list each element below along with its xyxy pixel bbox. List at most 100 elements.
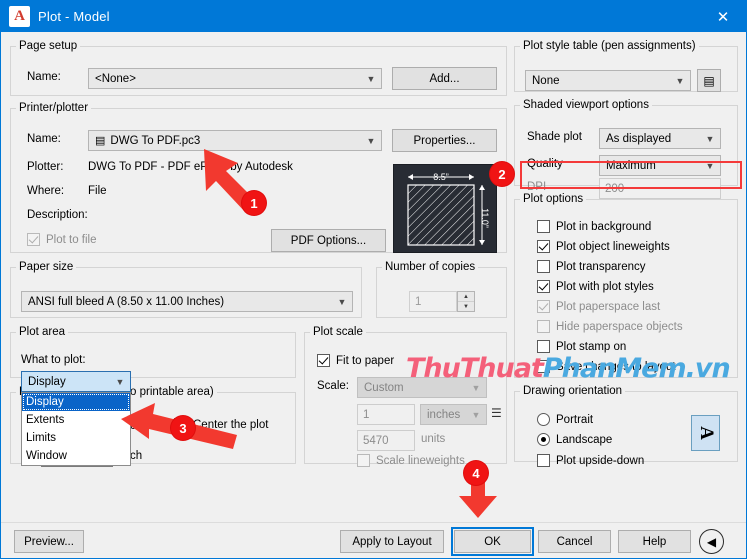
- pdf-options-label: PDF Options...: [291, 235, 366, 247]
- scale-unit-combo[interactable]: inches ▼: [420, 404, 487, 425]
- dialog-body: Page setup Name: <None> ▼ Add... Printer…: [1, 32, 746, 558]
- orientation-preview-icon: A: [691, 415, 720, 451]
- what-to-plot-combo-wrap: Display ▼ Display Extents Limits Window: [21, 371, 131, 392]
- checkbox-icon: [537, 240, 550, 253]
- plot-style-table-combo[interactable]: None ▼: [525, 70, 691, 91]
- scale-numerator-input[interactable]: 1: [357, 404, 415, 425]
- plot-with-plot-styles-checkbox[interactable]: Plot with plot styles: [537, 280, 683, 293]
- paper-size-combo[interactable]: ANSI full bleed A (8.50 x 11.00 Inches) …: [21, 291, 353, 312]
- cancel-button[interactable]: Cancel: [538, 530, 611, 553]
- plot-in-background-checkbox[interactable]: Plot in background: [537, 220, 683, 233]
- fit-to-paper-checkbox[interactable]: Fit to paper: [317, 354, 394, 367]
- scale-list-icon[interactable]: ☰: [491, 406, 502, 420]
- scale-lineweights-label: Scale lineweights: [376, 455, 465, 467]
- add-page-setup-button[interactable]: Add...: [392, 67, 497, 90]
- preview-button-label: Preview...: [24, 536, 74, 548]
- portrait-label: Portrait: [556, 414, 593, 426]
- pdf-options-button[interactable]: PDF Options...: [271, 229, 386, 252]
- quality-value: Maximum: [606, 160, 702, 172]
- printer-plotter-legend: Printer/plotter: [16, 102, 91, 114]
- copies-spinner[interactable]: ▲ ▼: [457, 291, 475, 312]
- shade-plot-combo[interactable]: As displayed ▼: [599, 128, 721, 149]
- plot-style-table-legend: Plot style table (pen assignments): [520, 40, 699, 52]
- printer-name-combo[interactable]: ▤ DWG To PDF.pc3 ▼: [88, 130, 382, 151]
- plot-dialog-window: A Plot - Model ✕ Page setup Name: <None>…: [0, 0, 747, 559]
- dropdown-option-window[interactable]: Window: [22, 447, 130, 465]
- add-button-label: Add...: [429, 73, 459, 85]
- save-changes-to-layout-label: Save changes to layout: [556, 361, 676, 373]
- spinner-down-icon[interactable]: ▼: [458, 302, 474, 311]
- radio-icon: [537, 413, 550, 426]
- shade-plot-value: As displayed: [606, 133, 702, 145]
- what-to-plot-combo[interactable]: Display ▼: [21, 371, 131, 392]
- apply-to-layout-button[interactable]: Apply to Layout: [340, 530, 444, 553]
- paper-size-value: ANSI full bleed A (8.50 x 11.00 Inches): [28, 296, 334, 308]
- plot-upside-down-checkbox[interactable]: Plot upside-down: [537, 454, 644, 467]
- chevron-down-icon: ▼: [702, 129, 718, 148]
- plot-style-edit-button[interactable]: ▤: [697, 69, 721, 92]
- area-scale-row: Plot area What to plot: Display ▼ Displa…: [10, 326, 507, 456]
- radio-selected-icon: [537, 433, 550, 446]
- landscape-radio[interactable]: Landscape: [537, 433, 612, 446]
- checkbox-icon: [27, 233, 40, 246]
- quality-combo[interactable]: Maximum ▼: [599, 155, 721, 176]
- dropdown-option-extents[interactable]: Extents: [22, 411, 130, 429]
- checkbox-icon: [357, 454, 370, 467]
- what-to-plot-dropdown-list[interactable]: Display Extents Limits Window: [21, 392, 131, 466]
- help-button[interactable]: Help: [618, 530, 691, 553]
- plot-options-group: Plot options Plot in background Plot obj…: [514, 193, 738, 378]
- plot-object-lineweights-checkbox[interactable]: Plot object lineweights: [537, 240, 683, 253]
- paper-size-group: Paper size ANSI full bleed A (8.50 x 11.…: [10, 261, 362, 318]
- ok-button[interactable]: OK: [454, 530, 531, 553]
- title-bar: A Plot - Model ✕: [1, 1, 746, 32]
- preview-button[interactable]: Preview...: [14, 530, 84, 553]
- plot-options-list: Plot in background Plot object lineweigh…: [537, 220, 683, 373]
- copies-group: Number of copies 1 ▲ ▼: [376, 261, 507, 318]
- plot-stamp-on-checkbox[interactable]: Plot stamp on: [537, 340, 683, 353]
- plot-scale-legend: Plot scale: [310, 326, 366, 338]
- copies-stepper[interactable]: 1 ▲ ▼: [409, 291, 475, 312]
- shaded-viewport-legend: Shaded viewport options: [520, 99, 652, 111]
- portrait-radio[interactable]: Portrait: [537, 413, 593, 426]
- hide-paperspace-objects-checkbox[interactable]: Hide paperspace objects: [537, 320, 683, 333]
- help-button-label: Help: [643, 536, 667, 548]
- scale-label: Scale:: [317, 380, 349, 392]
- chevron-left-circle-icon[interactable]: ◀: [699, 529, 724, 554]
- checkbox-icon: [537, 340, 550, 353]
- dropdown-option-limits[interactable]: Limits: [22, 429, 130, 447]
- dropdown-option-display[interactable]: Display: [22, 393, 130, 411]
- plot-in-background-label: Plot in background: [556, 221, 651, 233]
- scale-denominator-input[interactable]: 5470: [357, 430, 415, 451]
- hide-paperspace-objects-label: Hide paperspace objects: [556, 321, 683, 333]
- plotter-value: DWG To PDF - PDF ePlot - by Autodesk: [88, 161, 293, 173]
- checkbox-icon: [537, 300, 550, 313]
- shade-plot-label: Shade plot: [527, 131, 582, 143]
- where-value: File: [88, 185, 107, 197]
- save-changes-to-layout-checkbox[interactable]: Save changes to layout: [537, 360, 683, 373]
- printer-plotter-group: Printer/plotter Name: ▤ DWG To PDF.pc3 ▼…: [10, 102, 507, 253]
- plot-paperspace-last-label: Plot paperspace last: [556, 301, 660, 313]
- plot-paperspace-last-checkbox[interactable]: Plot paperspace last: [537, 300, 683, 313]
- page-setup-name-combo[interactable]: <None> ▼: [88, 68, 382, 89]
- paper-copies-row: Paper size ANSI full bleed A (8.50 x 11.…: [10, 261, 507, 318]
- scale-lineweights-checkbox[interactable]: Scale lineweights: [357, 454, 465, 467]
- page-setup-legend: Page setup: [16, 40, 80, 52]
- close-icon[interactable]: ✕: [700, 1, 746, 32]
- landscape-label: Landscape: [556, 434, 612, 446]
- plot-to-file-checkbox[interactable]: Plot to file: [27, 233, 97, 246]
- where-label: Where:: [27, 185, 64, 197]
- apply-button-label: Apply to Layout: [352, 536, 431, 548]
- checkbox-icon: [537, 360, 550, 373]
- plot-transparency-checkbox[interactable]: Plot transparency: [537, 260, 683, 273]
- scale-combo[interactable]: Custom ▼: [357, 377, 487, 398]
- checkbox-icon: [537, 220, 550, 233]
- plotter-icon: ▤: [95, 134, 105, 147]
- properties-button[interactable]: Properties...: [392, 129, 497, 152]
- annotation-badge-4: 4: [464, 461, 488, 485]
- center-the-plot-label: Center the plot: [193, 419, 268, 431]
- preview-height-label: 11.0”: [480, 208, 490, 228]
- plot-area-legend: Plot area: [16, 326, 68, 338]
- spinner-up-icon[interactable]: ▲: [458, 292, 474, 302]
- plot-style-table-group: Plot style table (pen assignments) None …: [514, 40, 738, 92]
- fit-to-paper-label: Fit to paper: [336, 355, 394, 367]
